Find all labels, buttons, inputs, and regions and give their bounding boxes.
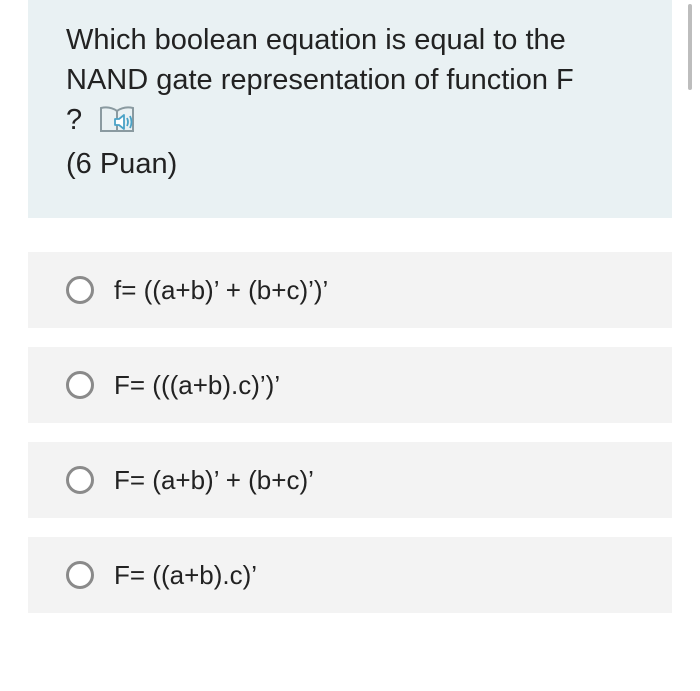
radio-button[interactable] [66, 561, 94, 589]
option-label: F= (((a+b).c)’)’ [114, 369, 281, 400]
option-1[interactable]: f= ((a+b)’ + (b+c)’)’ [28, 252, 672, 328]
radio-button[interactable] [66, 371, 94, 399]
option-label: F= ((a+b).c)’ [114, 559, 258, 590]
option-4[interactable]: F= ((a+b).c)’ [28, 537, 672, 613]
question-text: Which boolean equation is equal to the N… [66, 24, 574, 96]
question-mark: ? [66, 104, 83, 136]
question-tail: ? [66, 100, 652, 140]
question-card: Which boolean equation is equal to the N… [28, 0, 672, 218]
radio-button[interactable] [66, 466, 94, 494]
option-label: f= ((a+b)’ + (b+c)’)’ [114, 274, 329, 305]
option-2[interactable]: F= (((a+b).c)’)’ [28, 347, 672, 423]
radio-button[interactable] [66, 276, 94, 304]
immersive-reader-icon[interactable] [98, 104, 140, 136]
quiz-page: Which boolean equation is equal to the N… [0, 0, 700, 691]
option-3[interactable]: F= (a+b)’ + (b+c)’ [28, 442, 672, 518]
scrollbar[interactable] [688, 4, 692, 90]
points-label: (6 Puan) [66, 148, 178, 180]
option-label: F= (a+b)’ + (b+c)’ [114, 464, 314, 495]
